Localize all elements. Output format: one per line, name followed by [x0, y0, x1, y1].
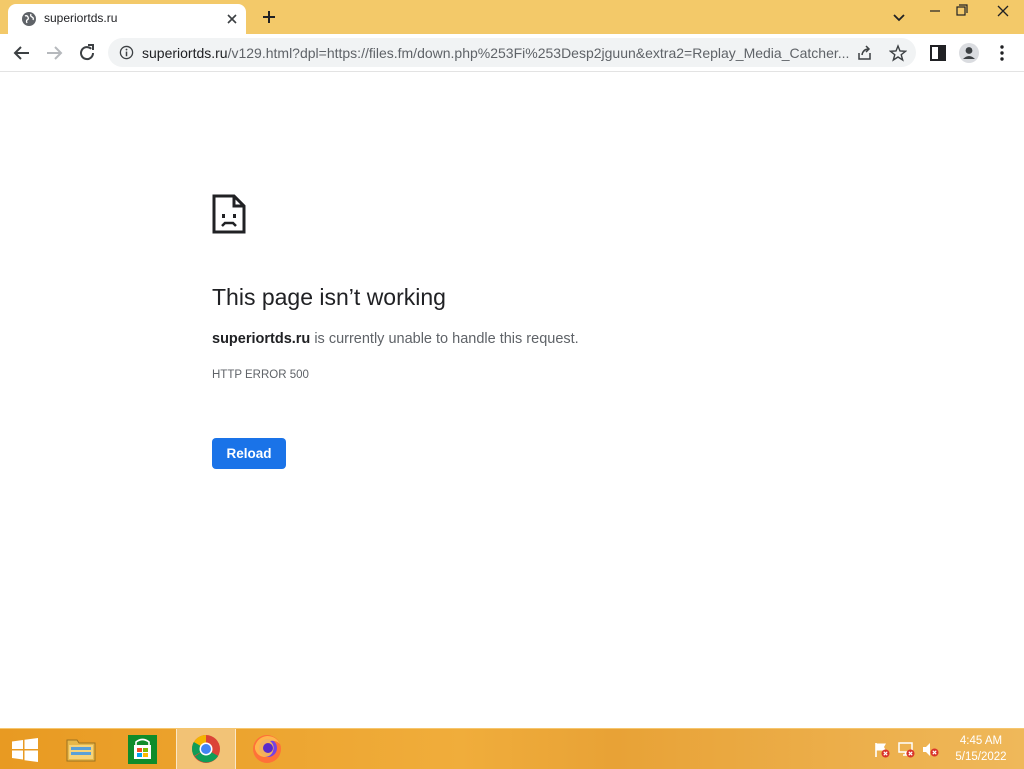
tab-close-icon[interactable]: [224, 11, 240, 27]
share-icon[interactable]: [856, 44, 874, 62]
taskbar-store[interactable]: [113, 729, 171, 769]
back-arrow-icon[interactable]: [10, 41, 34, 65]
taskbar-file-explorer[interactable]: [52, 729, 110, 769]
info-icon[interactable]: [119, 45, 134, 60]
profile-avatar-icon[interactable]: [957, 41, 981, 65]
clock-time: 4:45 AM: [959, 735, 1003, 747]
url-path: /v129.html?dpl=https://files.fm/down.php…: [227, 45, 850, 61]
error-host: superiortds.ru: [212, 331, 311, 347]
bookmark-star-icon[interactable]: [889, 44, 907, 62]
reload-icon[interactable]: [75, 41, 99, 65]
start-button[interactable]: [0, 729, 58, 769]
error-code: HTTP ERROR 500: [212, 369, 309, 381]
volume-muted-icon[interactable]: [922, 741, 939, 758]
chevron-down-icon[interactable]: [888, 6, 910, 28]
globe-icon: [22, 12, 36, 26]
windows-taskbar: 4:45 AM 5/15/2022: [0, 728, 1024, 769]
browser-toolbar: superiortds.ru/v129.html?dpl=https://fil…: [0, 34, 1024, 72]
error-message: is currently unable to handle this reque…: [310, 331, 579, 347]
url-host: superiortds.ru: [142, 45, 228, 61]
taskbar-clock[interactable]: 4:45 AM 5/15/2022: [948, 733, 1014, 765]
side-panel-icon[interactable]: [926, 41, 950, 65]
window-close-icon[interactable]: [982, 0, 1024, 26]
reload-button[interactable]: Reload: [212, 438, 286, 469]
taskbar-chrome[interactable]: [176, 729, 236, 769]
tab-title: superiortds.ru: [44, 11, 118, 25]
error-title: This page isn’t working: [212, 284, 446, 310]
error-description: superiortds.ru is currently unable to ha…: [212, 331, 579, 347]
file-explorer-icon: [66, 739, 96, 762]
restore-icon[interactable]: [946, 0, 976, 26]
browser-tab[interactable]: superiortds.ru: [8, 4, 246, 34]
taskbar-firefox[interactable]: [238, 729, 296, 769]
chrome-icon: [192, 735, 220, 763]
new-tab-plus-icon[interactable]: [258, 8, 280, 26]
clock-date: 5/15/2022: [955, 751, 1007, 763]
kebab-menu-icon[interactable]: [990, 41, 1014, 65]
address-bar[interactable]: superiortds.ru/v129.html?dpl=https://fil…: [108, 38, 916, 67]
network-icon[interactable]: [898, 741, 915, 758]
forward-arrow-icon[interactable]: [42, 41, 66, 65]
sad-page-icon: [212, 194, 246, 234]
store-icon: [128, 735, 157, 764]
action-center-icon[interactable]: [873, 741, 890, 758]
url-text[interactable]: superiortds.ru/v129.html?dpl=https://fil…: [142, 45, 850, 61]
start-icon: [12, 738, 38, 762]
firefox-icon: [253, 735, 281, 763]
browser-titlebar: superiortds.ru: [0, 0, 1024, 34]
